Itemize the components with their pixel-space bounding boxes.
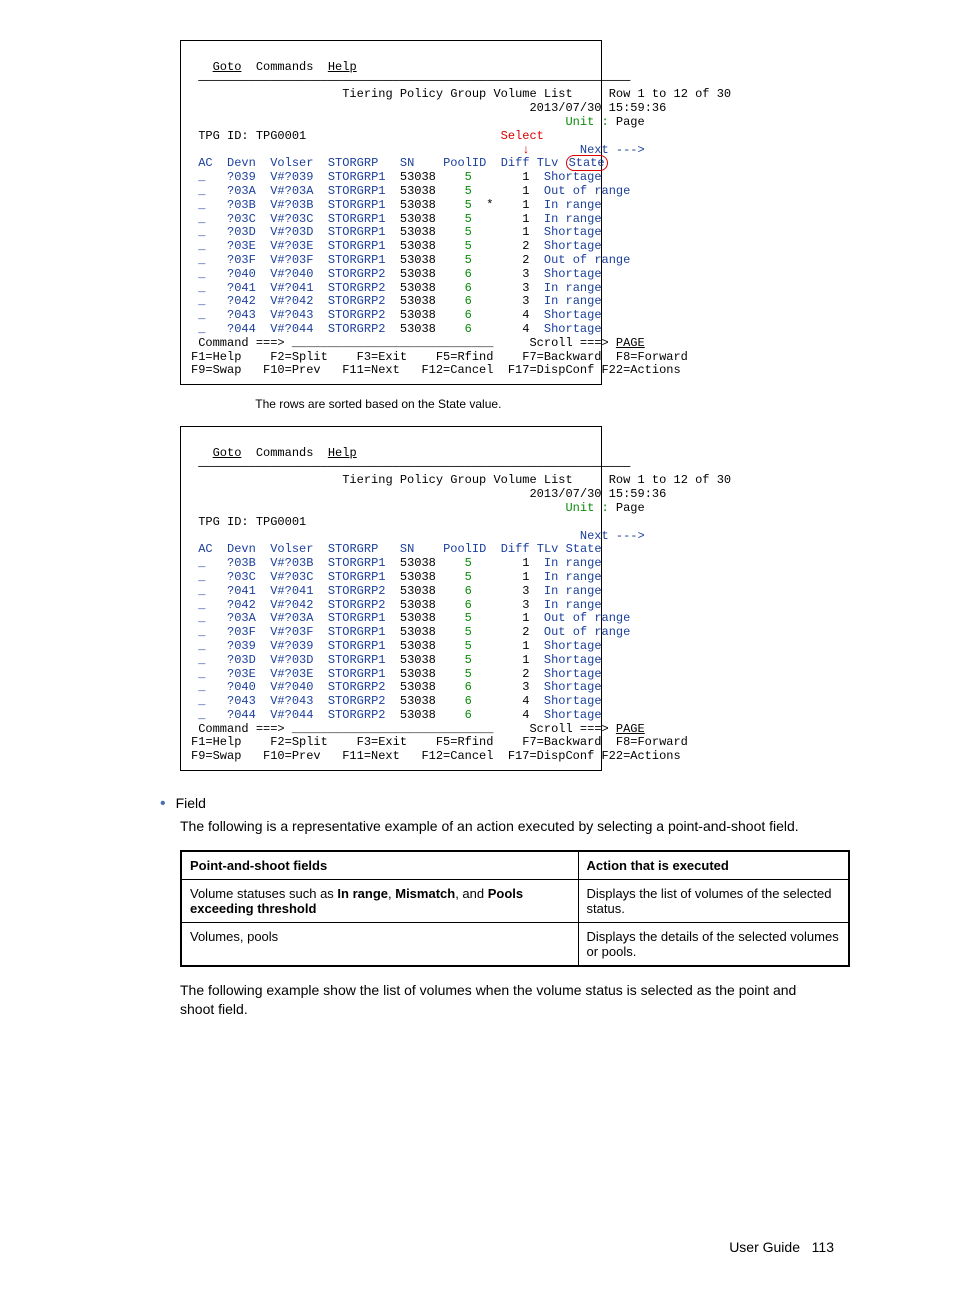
command-label[interactable]: Command ===> xyxy=(198,722,284,736)
row-info: Row 1 to 12 of 30 xyxy=(609,473,731,487)
paragraph-2: The following example show the list of v… xyxy=(180,981,834,1019)
scroll-label: Scroll ===> xyxy=(529,722,615,736)
menu-goto[interactable]: Goto xyxy=(213,446,242,460)
terminal-screen-2: Goto Commands Help ─────────────────────… xyxy=(180,426,602,771)
fields-table: Point-and-shoot fields Action that is ex… xyxy=(180,850,850,967)
tpg-value: TPG0001 xyxy=(256,515,306,529)
table-rows-2: _ ?03B V#?03B STORGRP1 53038 5 1 In rang… xyxy=(191,556,630,722)
tpg-label: TPG ID: xyxy=(198,515,256,529)
unit-value: Page xyxy=(616,501,645,515)
caption-text: The rows are sorted based on the State v… xyxy=(180,397,580,412)
next-link[interactable]: Next ---> xyxy=(580,529,645,543)
command-label[interactable]: Command ===> xyxy=(198,336,284,350)
screen-title: Tiering Policy Group Volume List xyxy=(342,87,572,101)
table-header-1: Point-and-shoot fields xyxy=(181,851,578,880)
unit-value: Page xyxy=(616,115,645,129)
arrow-char: ↓ xyxy=(522,143,529,157)
timestamp: 2013/07/30 15:59:36 xyxy=(529,487,666,501)
scroll-label: Scroll ===> xyxy=(529,336,615,350)
menu-goto[interactable]: Goto xyxy=(213,60,242,74)
table-row: Volume statuses such as In range, Mismat… xyxy=(181,879,849,922)
scroll-value[interactable]: PAGE xyxy=(616,336,645,350)
fkeys-1: F1=Help F2=Split F3=Exit F5=Rfind F7=Bac… xyxy=(191,735,688,749)
tpg-value: TPG0001 xyxy=(256,129,306,143)
timestamp: 2013/07/30 15:59:36 xyxy=(529,101,666,115)
table-header-2: Action that is executed xyxy=(578,851,849,880)
unit-label: Unit : xyxy=(565,115,615,129)
fkeys-1: F1=Help F2=Split F3=Exit F5=Rfind F7=Bac… xyxy=(191,350,688,364)
fkeys-2: F9=Swap F10=Prev F11=Next F12=Cancel F17… xyxy=(191,363,681,377)
row-info: Row 1 to 12 of 30 xyxy=(609,87,731,101)
select-label: Select xyxy=(501,129,544,143)
menu-commands[interactable]: Commands xyxy=(256,60,314,74)
menu-help[interactable]: Help xyxy=(328,446,357,460)
unit-label: Unit : xyxy=(565,501,615,515)
screen-title: Tiering Policy Group Volume List xyxy=(342,473,572,487)
bullet-field: •Field xyxy=(160,795,894,813)
table-rows-1: _ ?039 V#?039 STORGRP1 53038 5 1 Shortag… xyxy=(191,170,630,336)
paragraph-1: The following is a representative exampl… xyxy=(180,817,834,836)
menu-commands[interactable]: Commands xyxy=(256,446,314,460)
table-row: Volumes, pools Displays the details of t… xyxy=(181,922,849,966)
column-headers: AC Devn Volser STORGRP SN PoolID Diff TL… xyxy=(191,542,602,556)
tpg-label: TPG ID: xyxy=(198,129,256,143)
column-headers: AC Devn Volser STORGRP SN PoolID Diff TL… xyxy=(191,155,608,171)
fkeys-2: F9=Swap F10=Prev F11=Next F12=Cancel F17… xyxy=(191,749,681,763)
menu-help[interactable]: Help xyxy=(328,60,357,74)
scroll-value[interactable]: PAGE xyxy=(616,722,645,736)
page-footer: User Guide 113 xyxy=(60,1239,834,1255)
terminal-screen-1: Goto Commands Help ─────────────────────… xyxy=(180,40,602,385)
